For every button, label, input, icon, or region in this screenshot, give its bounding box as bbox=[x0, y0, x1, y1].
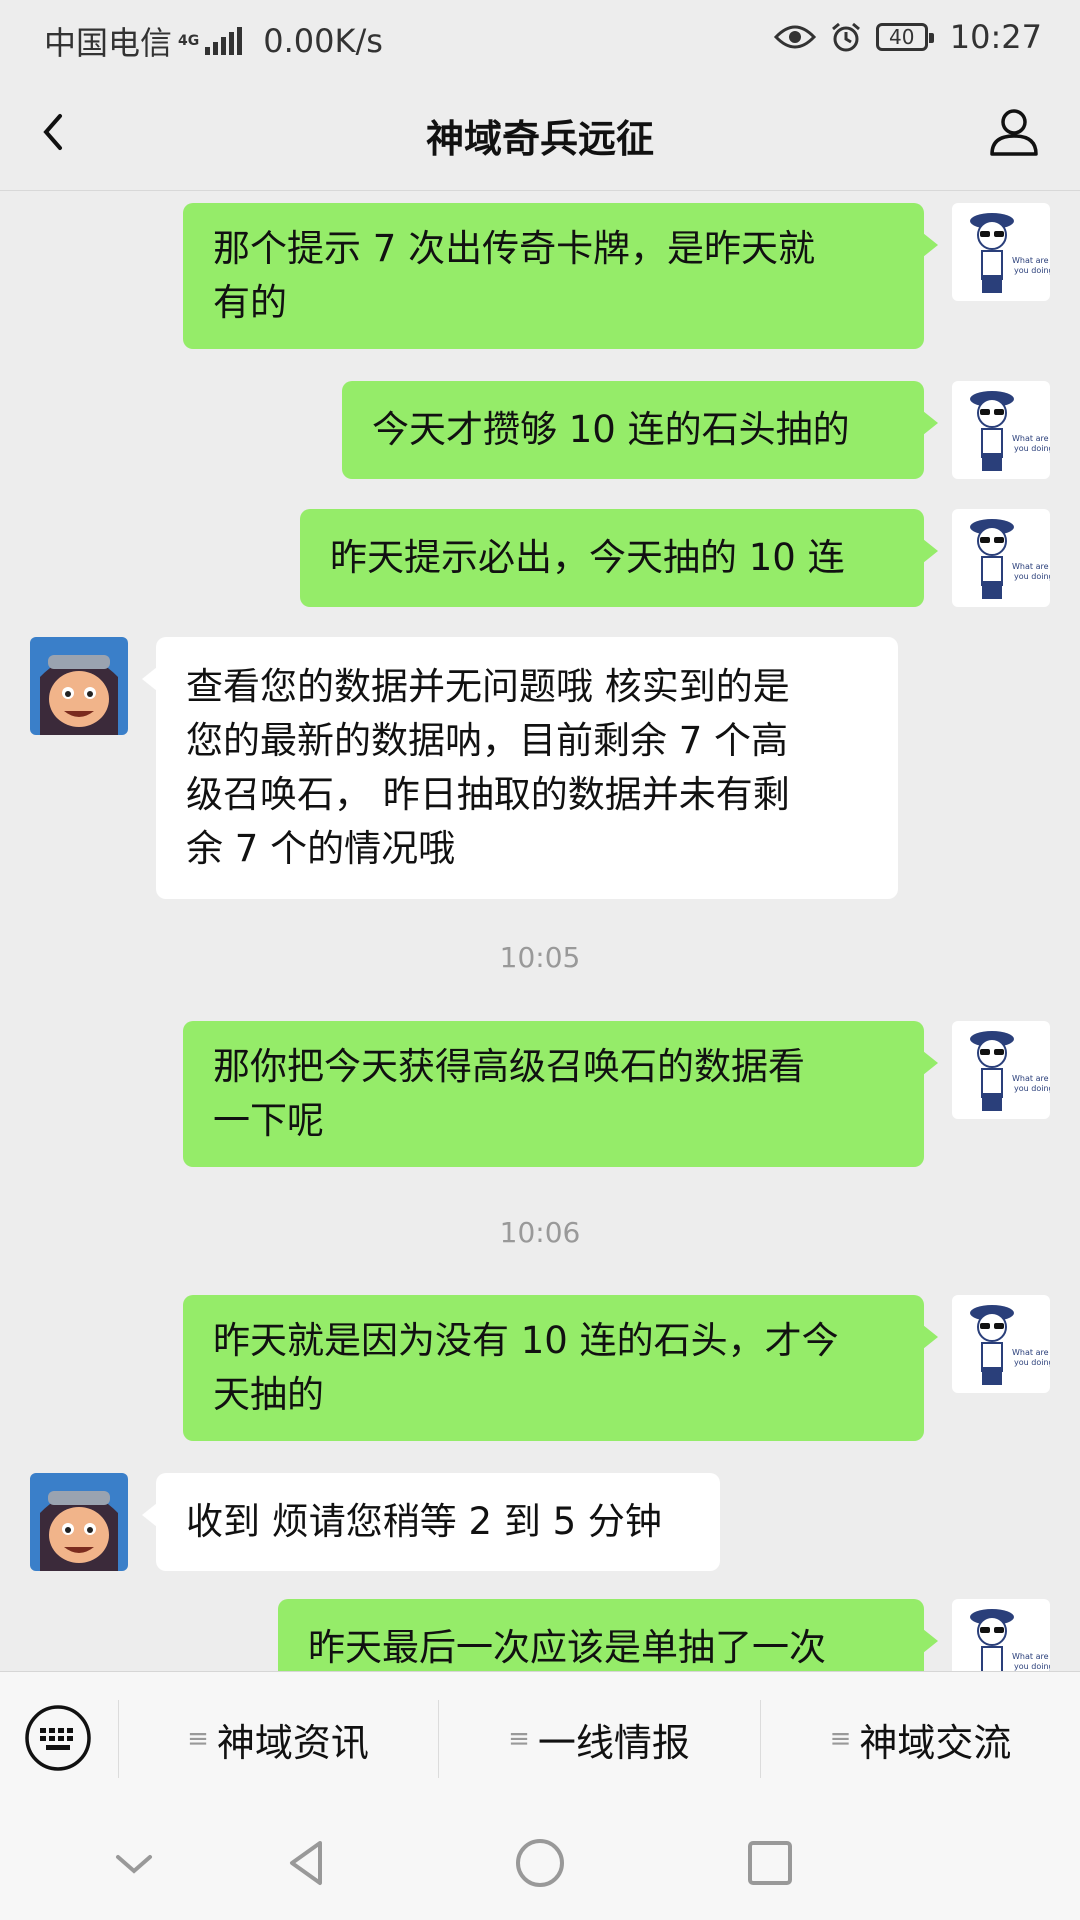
battery-level: 40 bbox=[889, 25, 915, 49]
menu-item-label: 神域资讯 bbox=[216, 1720, 369, 1765]
avatar-self[interactable]: What areyou doing? bbox=[952, 1295, 1050, 1393]
menu-item-news[interactable]: ≡ 神域资讯 bbox=[119, 1672, 437, 1806]
message-text: 天抽的 bbox=[213, 1373, 324, 1416]
message-text: 昨天就是因为没有 10 连的石头，才今 bbox=[213, 1319, 839, 1362]
carrier-label: 中国电信 bbox=[44, 24, 173, 62]
message-text: 余 7 个的情况哦 bbox=[186, 827, 456, 870]
chat-list[interactable]: 那个提示 7 次出传奇卡牌，是昨天就 有的 What areyou doing?… bbox=[0, 191, 1080, 1671]
svg-text:What are: What are bbox=[1012, 1652, 1049, 1661]
menu-item-community[interactable]: ≡ 神域交流 bbox=[761, 1672, 1080, 1806]
svg-text:What are: What are bbox=[1012, 256, 1049, 265]
message-text: 昨天最后一次应该是单抽了一次 bbox=[308, 1626, 826, 1669]
battery-icon: 40 bbox=[875, 23, 934, 51]
message-bubble[interactable]: 收到 烦请您稍等 2 到 5 分钟 bbox=[142, 1473, 720, 1571]
svg-text:What are: What are bbox=[1012, 1348, 1049, 1357]
avatar-service[interactable] bbox=[30, 637, 128, 735]
svg-text:you doing?: you doing? bbox=[1014, 444, 1050, 453]
network-type: 4G bbox=[178, 33, 200, 49]
svg-text:you doing?: you doing? bbox=[1014, 1662, 1050, 1671]
page-title: 神域奇兵远征 bbox=[425, 117, 654, 161]
message-text: 一下呢 bbox=[213, 1099, 324, 1142]
avatar-self[interactable]: What areyou doing? bbox=[952, 1021, 1050, 1119]
menu-item-label: 神域交流 bbox=[859, 1720, 1012, 1765]
message-text: 今天才攒够 10 连的石头抽的 bbox=[372, 408, 850, 451]
menu-lines-icon: ≡ bbox=[829, 1724, 852, 1754]
alarm-icon bbox=[831, 22, 860, 52]
svg-text:you doing?: you doing? bbox=[1014, 1358, 1050, 1367]
svg-text:you doing?: you doing? bbox=[1014, 266, 1050, 275]
svg-text:you doing?: you doing? bbox=[1014, 572, 1050, 581]
menu-lines-icon: ≡ bbox=[187, 1724, 209, 1754]
message-text: 您的最新的数据呐，目前剩余 7 个高 bbox=[186, 719, 789, 762]
svg-text:What are: What are bbox=[1012, 434, 1049, 443]
avatar-self[interactable]: What areyou doing? bbox=[952, 203, 1050, 301]
network-speed: 0.00K/s bbox=[263, 22, 383, 60]
message-bubble[interactable]: 那你把今天获得高级召唤石的数据看 一下呢 bbox=[183, 1021, 938, 1167]
person-icon[interactable] bbox=[984, 102, 1044, 162]
menu-lines-icon: ≡ bbox=[508, 1724, 530, 1754]
message-text: 有的 bbox=[213, 281, 287, 324]
clock: 10:27 bbox=[949, 18, 1042, 56]
avatar-self[interactable]: What areyou doing? bbox=[952, 381, 1050, 479]
message-bubble[interactable]: 昨天提示必出，今天抽的 10 连 bbox=[300, 509, 938, 607]
message-bubble[interactable]: 那个提示 7 次出传奇卡牌，是昨天就 有的 bbox=[183, 203, 938, 349]
svg-text:you doing?: you doing? bbox=[1014, 1084, 1050, 1093]
eye-icon bbox=[773, 25, 816, 49]
timestamp: 10:05 bbox=[499, 941, 581, 974]
message-bubble[interactable]: 昨天最后一次应该是单抽了一次 bbox=[278, 1599, 938, 1671]
avatar-self[interactable]: What areyou doing? bbox=[952, 1599, 1050, 1671]
message-text: 那个提示 7 次出传奇卡牌，是昨天就 bbox=[213, 227, 816, 270]
message-text: 级召唤石， 昨日抽取的数据并未有剩 bbox=[186, 773, 790, 816]
signal-icon bbox=[205, 27, 245, 55]
avatar-self[interactable]: What areyou doing? bbox=[952, 509, 1050, 607]
menu-item-label: 一线情报 bbox=[537, 1720, 690, 1765]
recents-icon[interactable] bbox=[740, 1833, 800, 1893]
timestamp: 10:06 bbox=[499, 1216, 581, 1249]
avatar-service[interactable] bbox=[30, 1473, 128, 1571]
message-bubble[interactable]: 查看您的数据并无问题哦 核实到的是 您的最新的数据呐，目前剩余 7 个高 级召唤… bbox=[142, 637, 898, 899]
collapse-icon[interactable] bbox=[104, 1833, 164, 1893]
home-icon[interactable] bbox=[510, 1833, 570, 1893]
menu-item-intel[interactable]: ≡ 一线情报 bbox=[439, 1672, 759, 1806]
keyboard-icon[interactable] bbox=[24, 1704, 92, 1772]
status-bar: 中国电信 4G 0.00K/s 40 10:27 bbox=[0, 0, 1080, 76]
svg-text:What are: What are bbox=[1012, 1074, 1049, 1083]
message-bubble[interactable]: 昨天就是因为没有 10 连的石头，才今 天抽的 bbox=[183, 1295, 938, 1441]
chat-header: 神域奇兵远征 bbox=[0, 76, 1080, 191]
message-text: 那你把今天获得高级召唤石的数据看 bbox=[213, 1045, 805, 1088]
message-text: 查看您的数据并无问题哦 核实到的是 bbox=[186, 665, 790, 708]
svg-text:What are: What are bbox=[1012, 562, 1049, 571]
back-icon[interactable] bbox=[278, 1833, 338, 1893]
system-nav-bar bbox=[0, 1805, 1080, 1920]
message-text: 收到 烦请您稍等 2 到 5 分钟 bbox=[186, 1500, 662, 1543]
service-menu-bar: ≡ 神域资讯 ≡ 一线情报 ≡ 神域交流 bbox=[0, 1671, 1080, 1806]
message-text: 昨天提示必出，今天抽的 10 连 bbox=[330, 536, 845, 579]
message-bubble[interactable]: 今天才攒够 10 连的石头抽的 bbox=[342, 381, 938, 479]
